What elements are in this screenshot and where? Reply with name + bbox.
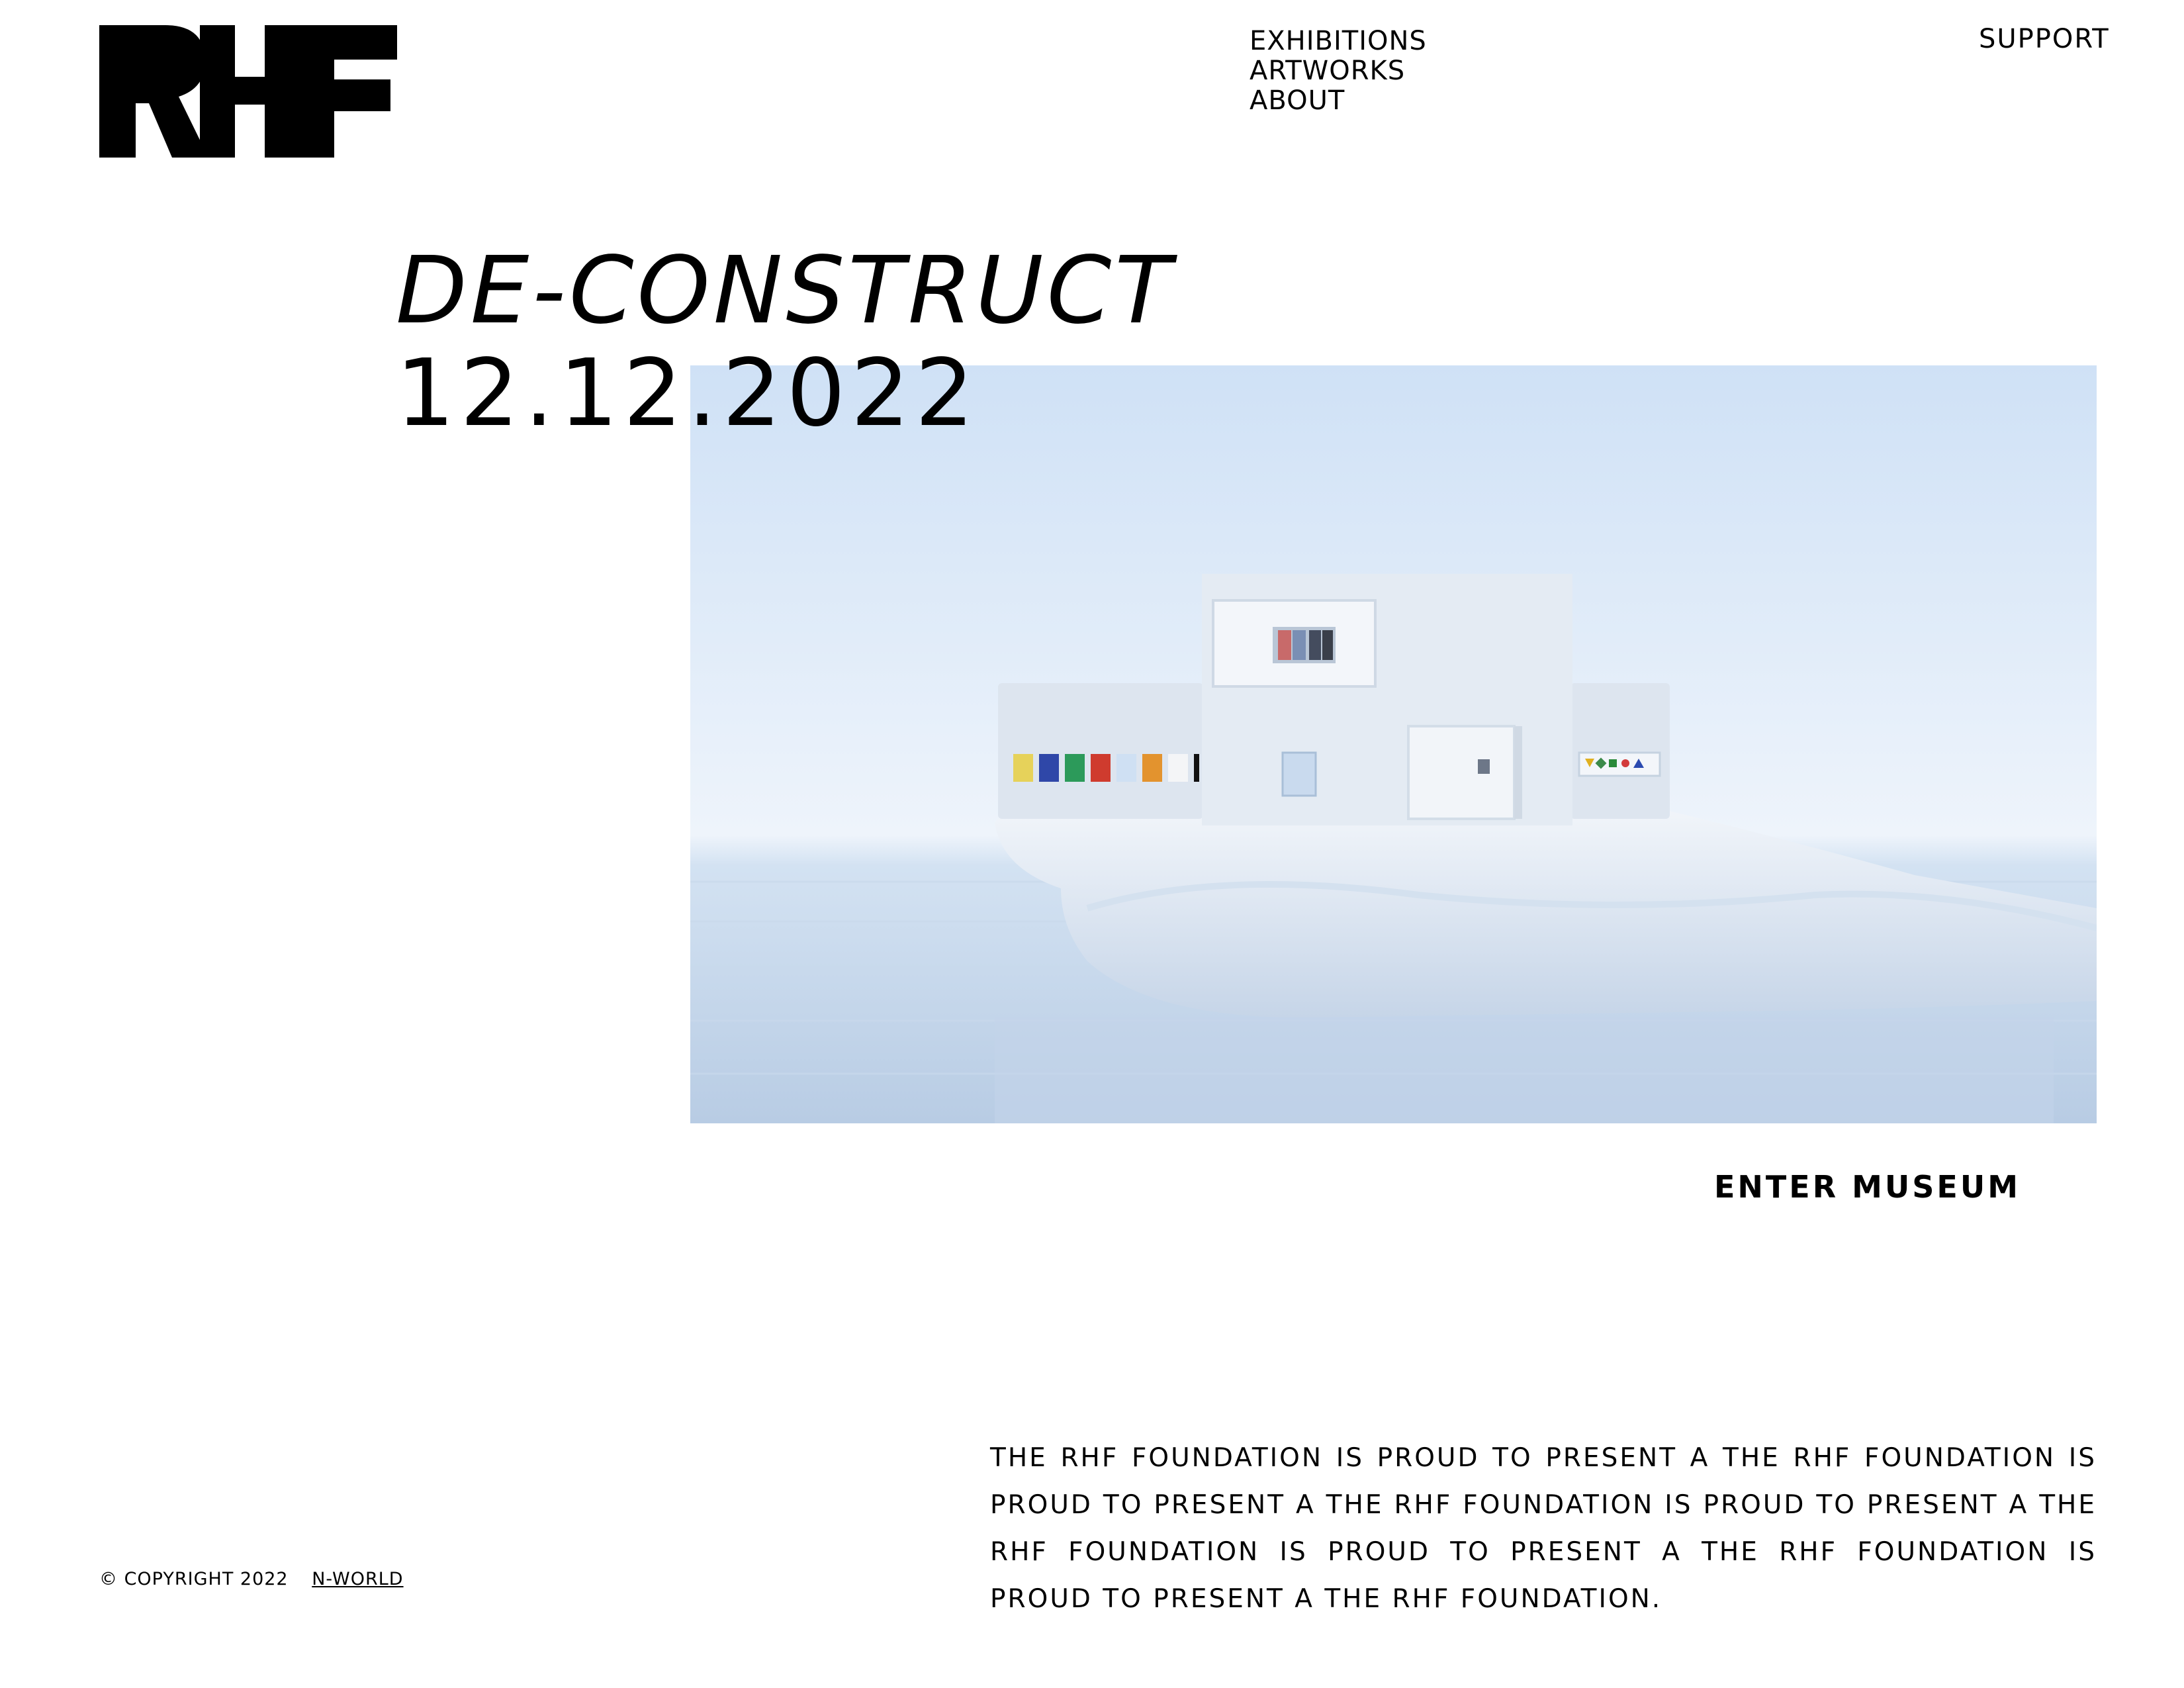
footer: © COPYRIGHT 2022 N-WORLD xyxy=(99,1569,404,1589)
copyright-text: © COPYRIGHT 2022 xyxy=(99,1569,289,1589)
exhibition-date: 12.12.2022 xyxy=(396,340,979,447)
rhf-logo-mark xyxy=(99,25,397,158)
enter-museum-button[interactable]: ENTER MUSEUM xyxy=(1714,1169,2021,1205)
nav-item-exhibitions[interactable]: EXHIBITIONS xyxy=(1250,26,1427,56)
support-link[interactable]: SUPPORT xyxy=(1979,23,2110,56)
nav-item-artworks[interactable]: ARTWORKS xyxy=(1250,56,1427,86)
exhibition-title: DE-CONSTRUCT xyxy=(396,237,1175,345)
exhibition-title-block: DE-CONSTRUCT 12.12.2022 xyxy=(396,238,1175,444)
rhf-logo[interactable] xyxy=(99,25,397,158)
nav-item-about[interactable]: ABOUT xyxy=(1250,86,1427,116)
main-navigation: EXHIBITIONS ARTWORKS ABOUT xyxy=(1250,26,1427,116)
museum-illustration xyxy=(690,365,2097,1123)
foundation-description: THE RHF FOUNDATION IS PROUD TO PRESENT A… xyxy=(990,1443,2097,1614)
n-world-link[interactable]: N-WORLD xyxy=(312,1569,403,1589)
exhibition-hero-image[interactable] xyxy=(690,365,2097,1123)
